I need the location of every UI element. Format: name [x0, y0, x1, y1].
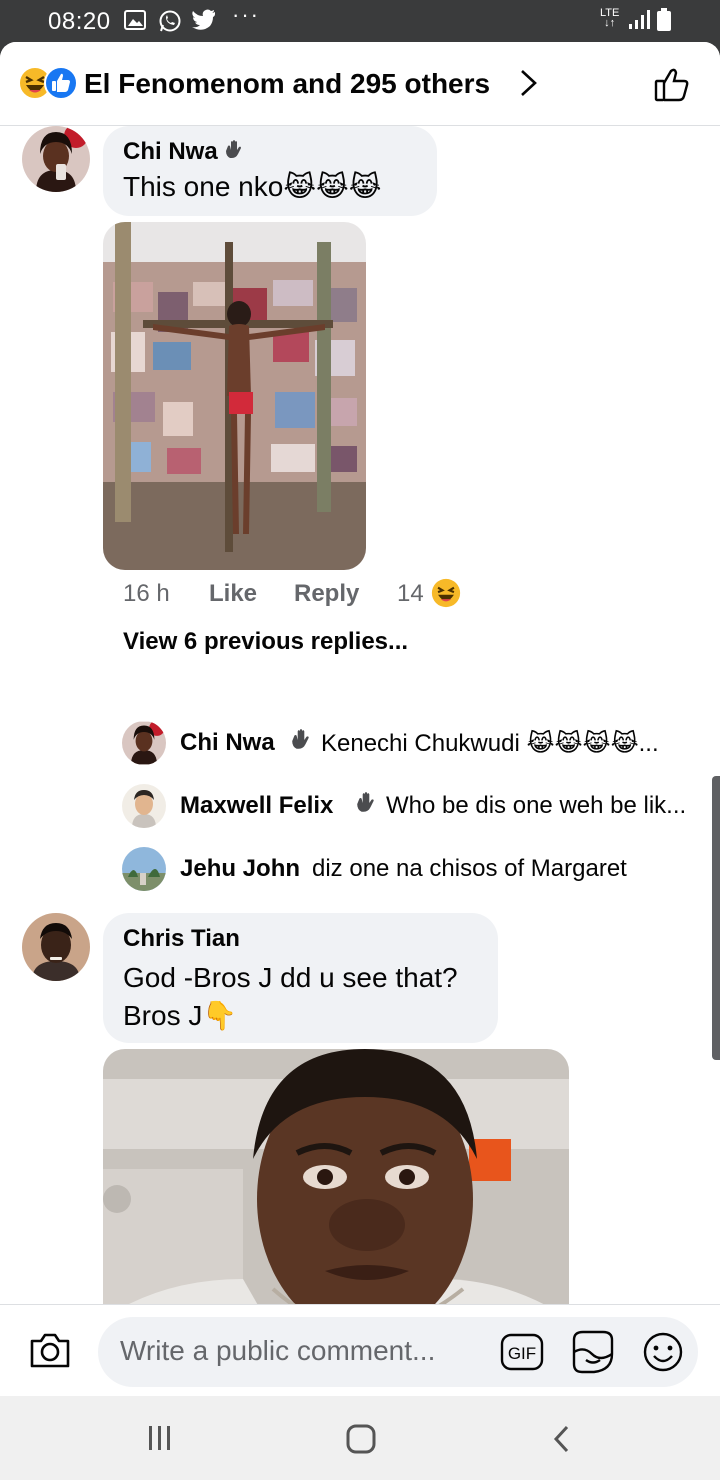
comment-bubble[interactable]: Chris Tian God -Bros J dd u see that? Br…: [103, 913, 498, 1043]
reactions-header[interactable]: El Fenomenom and 295 others: [0, 42, 720, 126]
comment-author[interactable]: Chi Nwa: [123, 138, 244, 167]
status-time: 08:20: [48, 8, 111, 35]
whatsapp-icon: [158, 9, 182, 38]
reply-text: Kenechi Chukwudi 😹😹😹😹...: [321, 730, 659, 757]
recent-apps-icon[interactable]: [146, 1424, 174, 1457]
comment-author[interactable]: Chris Tian: [123, 925, 240, 953]
sticker-icon[interactable]: [570, 1330, 616, 1379]
scrollbar-thumb[interactable]: [712, 776, 720, 1060]
top-fan-badge-icon: [224, 139, 244, 167]
pointing-down-emoji: 👇: [202, 1000, 238, 1031]
comment-bubble[interactable]: Chi Nwa This one nko😹😹😹: [103, 126, 437, 216]
like-button[interactable]: [652, 64, 692, 109]
reaction-icons: [18, 66, 78, 100]
reply-button[interactable]: Reply: [294, 580, 359, 608]
home-icon[interactable]: [346, 1424, 376, 1459]
status-bar: 08:20 ··· LTE ↓↑: [0, 0, 720, 42]
reactions-summary[interactable]: El Fenomenom and 295 others: [84, 68, 490, 100]
back-icon[interactable]: [552, 1424, 572, 1459]
chevron-right-icon[interactable]: [518, 68, 540, 103]
emoji-icon[interactable]: [642, 1331, 684, 1378]
like-comment-button[interactable]: Like: [209, 580, 257, 608]
view-previous-replies[interactable]: View 6 previous replies...: [123, 628, 408, 656]
network-type: LTE ↓↑: [600, 7, 620, 29]
reply-author[interactable]: Maxwell Felix: [180, 792, 333, 820]
comment-text-line2: Bros J👇: [123, 1000, 238, 1031]
comment-photo[interactable]: [103, 222, 366, 570]
comment-text: This one nko😹😹😹: [123, 171, 382, 202]
comment-composer: Write a public comment... GIF: [0, 1304, 720, 1396]
reaction-count[interactable]: 14: [397, 580, 424, 608]
reply-author[interactable]: Jehu John: [180, 855, 300, 883]
comment-placeholder[interactable]: Write a public comment...: [120, 1335, 435, 1367]
gallery-icon: [124, 9, 146, 36]
reply-text: Who be dis one weh be lik...: [386, 792, 687, 819]
comment-photo[interactable]: [103, 1049, 569, 1304]
avatar[interactable]: [22, 126, 90, 192]
comments-sheet: El Fenomenom and 295 others Chi Nwa This…: [0, 42, 720, 1396]
comment-time: 16 h: [123, 580, 170, 607]
system-nav-bar: [0, 1396, 720, 1480]
haha-reaction-icon: [431, 578, 461, 615]
camera-icon[interactable]: [28, 1331, 72, 1374]
reply-author[interactable]: Chi Nwa: [180, 729, 275, 757]
avatar[interactable]: [122, 721, 166, 765]
avatar[interactable]: [122, 847, 166, 891]
avatar[interactable]: [22, 913, 90, 981]
twitter-icon: [192, 9, 216, 36]
top-fan-badge-icon: [355, 792, 377, 821]
comment-text: God -Bros J dd u see that?: [123, 962, 458, 993]
reply-text: diz one na chisos of Margaret: [312, 855, 627, 882]
gif-button[interactable]: GIF: [500, 1333, 544, 1376]
comments-feed: Chi Nwa This one nko😹😹😹 16 h Like Reply …: [0, 126, 720, 1304]
avatar[interactable]: [122, 784, 166, 828]
signal-icon: [628, 10, 650, 35]
gif-label: GIF: [508, 1344, 536, 1363]
comment-input[interactable]: Write a public comment... GIF: [98, 1317, 698, 1387]
crying-laughing-cat-emoji: 😹😹😹: [283, 171, 382, 202]
top-fan-badge-icon: [290, 729, 312, 758]
more-dots-icon: ···: [232, 2, 260, 27]
battery-icon: [656, 8, 672, 37]
like-reaction-icon: [44, 66, 78, 105]
